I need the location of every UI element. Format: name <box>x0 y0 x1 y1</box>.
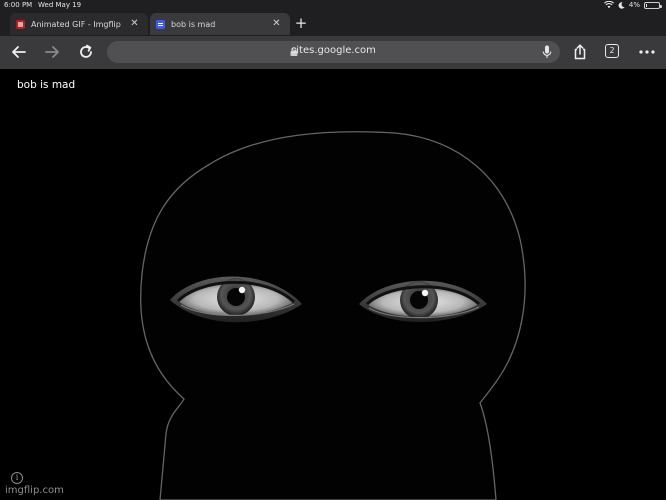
bob-figure-image <box>140 131 526 500</box>
url-text: sites.google.com <box>291 45 376 56</box>
page-content: bob is mad i imgflip.com <box>0 69 666 500</box>
status-date: Wed May 19 <box>38 1 82 9</box>
forward-arrow-icon[interactable] <box>43 43 61 61</box>
close-tab-icon[interactable]: ✕ <box>271 18 282 29</box>
tab-count-button[interactable]: 2 <box>605 44 619 58</box>
share-icon[interactable] <box>571 43 589 61</box>
tab-label: bob is mad <box>171 19 216 29</box>
close-tab-icon[interactable]: ✕ <box>129 18 140 29</box>
microphone-icon[interactable] <box>542 45 552 59</box>
tab-strip: Animated GIF - Imgflip ✕ bob is mad ✕ + <box>0 12 666 36</box>
tab-imgflip[interactable]: Animated GIF - Imgflip ✕ <box>10 13 148 35</box>
battery-icon <box>644 1 662 9</box>
tab-bob-is-mad[interactable]: bob is mad ✕ <box>150 13 290 35</box>
new-tab-button[interactable]: + <box>294 15 308 31</box>
back-arrow-icon[interactable] <box>10 43 28 61</box>
imgflip-favicon-icon <box>16 19 25 29</box>
status-right: 4% <box>603 1 662 9</box>
battery-fill <box>646 3 647 7</box>
reload-icon[interactable] <box>77 43 95 61</box>
imgflip-watermark: imgflip.com <box>5 485 64 496</box>
info-icon[interactable]: i <box>11 472 23 484</box>
page-title: bob is mad <box>17 79 76 91</box>
google-sites-favicon-icon <box>156 19 165 29</box>
more-options-icon[interactable] <box>638 43 656 61</box>
browser-window: 6:00 PM Wed May 19 4% Animated GIF - Img… <box>0 0 666 500</box>
tab-label: Animated GIF - Imgflip <box>31 19 121 29</box>
status-time: 6:00 PM <box>4 1 33 9</box>
status-bar: 6:00 PM Wed May 19 4% <box>0 0 666 12</box>
wifi-icon <box>603 1 614 9</box>
address-bar[interactable]: sites.google.com <box>107 41 560 63</box>
battery-percent: 4% <box>628 1 640 9</box>
moon-icon <box>618 1 625 9</box>
